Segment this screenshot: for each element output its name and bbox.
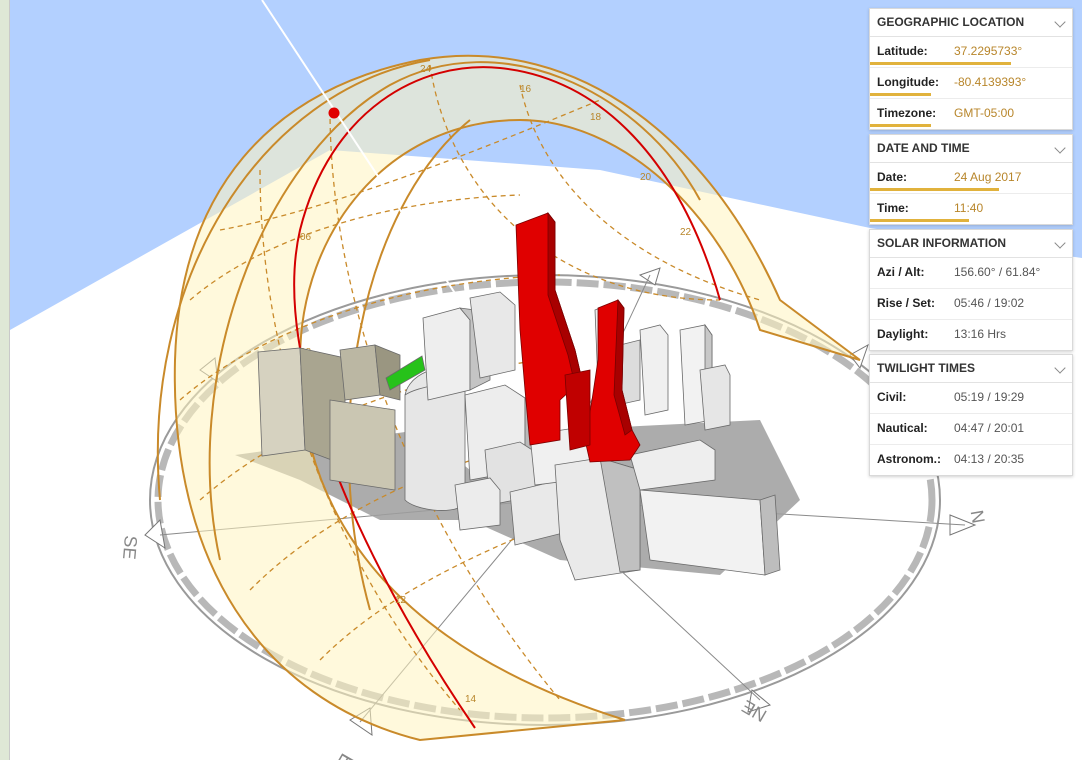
latitude-slider[interactable]	[870, 62, 1012, 65]
geographic-location-header[interactable]: GEOGRAPHIC LOCATION	[870, 9, 1072, 37]
daylight-value: 13:16 Hrs	[954, 327, 1007, 341]
azimuth-altitude-label: Azi / Alt:	[877, 265, 925, 279]
sun-position-marker[interactable]	[328, 107, 340, 119]
date-row[interactable]: Date: 24 Aug 2017	[870, 163, 1072, 194]
azimuth-altitude-row: Azi / Alt: 156.60° / 61.84°	[870, 258, 1072, 289]
civil-twilight-value: 05:19 / 19:29	[954, 390, 1025, 404]
date-and-time-panel: DATE AND TIME Date: 24 Aug 2017 Time: 11…	[869, 134, 1073, 225]
dome-label: 18	[590, 112, 602, 123]
civil-twilight-label: Civil:	[877, 390, 907, 404]
civil-twilight-row: Civil: 05:19 / 19:29	[870, 383, 1072, 414]
chevron-down-icon[interactable]	[1054, 237, 1066, 249]
longitude-label: Longitude:	[877, 75, 939, 89]
chevron-down-icon[interactable]	[1054, 362, 1066, 374]
astronomical-twilight-value: 04:13 / 20:35	[954, 452, 1025, 466]
nautical-twilight-label: Nautical:	[877, 421, 928, 435]
longitude-value[interactable]: -80.4139393°	[954, 68, 1026, 96]
date-slider[interactable]	[870, 188, 1000, 191]
compass-east-label: E	[332, 750, 358, 760]
date-and-time-header[interactable]: DATE AND TIME	[870, 135, 1072, 163]
latitude-row[interactable]: Latitude: 37.2295733°	[870, 37, 1072, 68]
chevron-down-icon[interactable]	[1054, 16, 1066, 28]
astronomical-twilight-label: Astronom.:	[877, 452, 941, 466]
dome-label: 06	[300, 232, 312, 243]
longitude-slider[interactable]	[870, 93, 931, 96]
dome-label: 14	[465, 694, 477, 705]
daylight-row: Daylight: 13:16 Hrs	[870, 320, 1072, 350]
twilight-times-panel: TWILIGHT TIMES Civil: 05:19 / 19:29 Naut…	[869, 354, 1073, 476]
geographic-location-panel: GEOGRAPHIC LOCATION Latitude: 37.2295733…	[869, 8, 1073, 130]
solar-information-panel: SOLAR INFORMATION Azi / Alt: 156.60° / 6…	[869, 229, 1073, 351]
astronomical-twilight-row: Astronom.: 04:13 / 20:35	[870, 445, 1072, 475]
latitude-label: Latitude:	[877, 44, 928, 58]
azimuth-altitude-value: 156.60° / 61.84°	[954, 265, 1041, 279]
time-value[interactable]: 11:40	[954, 194, 983, 222]
map-strip-divider	[9, 0, 10, 760]
daylight-label: Daylight:	[877, 327, 929, 341]
timezone-row[interactable]: Timezone: GMT-05:00	[870, 99, 1072, 129]
solar-information-title: SOLAR INFORMATION	[877, 236, 1007, 250]
compass-north-label: N	[967, 509, 989, 525]
dome-label: 22	[680, 227, 692, 238]
time-row[interactable]: Time: 11:40	[870, 194, 1072, 224]
chevron-down-icon[interactable]	[1054, 142, 1066, 154]
rise-set-value: 05:46 / 19:02	[954, 296, 1025, 310]
date-value[interactable]: 24 Aug 2017	[954, 163, 1021, 191]
twilight-times-title: TWILIGHT TIMES	[877, 361, 975, 375]
timezone-slider[interactable]	[870, 124, 931, 127]
dome-label: 12	[395, 595, 407, 606]
nautical-twilight-row: Nautical: 04:47 / 20:01	[870, 414, 1072, 445]
rise-set-row: Rise / Set: 05:46 / 19:02	[870, 289, 1072, 320]
dome-label: 16	[520, 84, 532, 95]
timezone-label: Timezone:	[877, 106, 937, 120]
time-label: Time:	[877, 201, 909, 215]
map-strip	[0, 0, 10, 760]
dome-label: 24	[420, 64, 432, 75]
geographic-location-title: GEOGRAPHIC LOCATION	[877, 15, 1025, 29]
dome-label: 20	[640, 172, 652, 183]
time-slider[interactable]	[870, 219, 969, 222]
date-label: Date:	[877, 170, 908, 184]
solar-information-header[interactable]: SOLAR INFORMATION	[870, 230, 1072, 258]
timezone-value[interactable]: GMT-05:00	[954, 99, 1014, 127]
nautical-twilight-value: 04:47 / 20:01	[954, 421, 1025, 435]
latitude-value[interactable]: 37.2295733°	[954, 37, 1022, 65]
rise-set-label: Rise / Set:	[877, 296, 936, 310]
longitude-row[interactable]: Longitude: -80.4139393°	[870, 68, 1072, 99]
twilight-times-header[interactable]: TWILIGHT TIMES	[870, 355, 1072, 383]
date-and-time-title: DATE AND TIME	[877, 141, 970, 155]
compass-south-east-label: SE	[119, 535, 141, 561]
